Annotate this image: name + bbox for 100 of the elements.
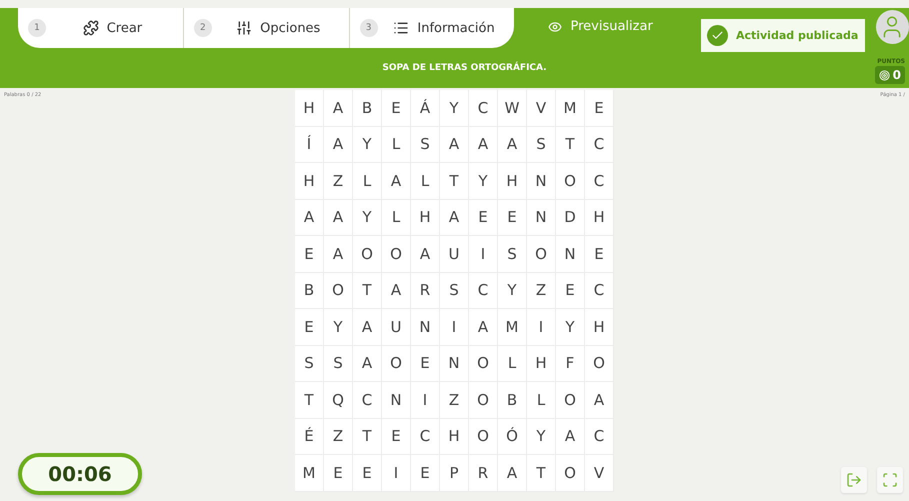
- letter-cell[interactable]: A: [324, 90, 353, 126]
- letter-cell[interactable]: L: [353, 163, 382, 200]
- letter-cell[interactable]: N: [440, 346, 469, 382]
- letter-cell[interactable]: E: [585, 236, 614, 272]
- letter-cell[interactable]: I: [527, 309, 556, 346]
- letter-cell[interactable]: S: [295, 346, 324, 382]
- fullscreen-button[interactable]: [877, 467, 903, 493]
- letter-cell[interactable]: O: [469, 418, 498, 455]
- letter-cell[interactable]: Y: [353, 126, 382, 163]
- letter-cell[interactable]: S: [440, 272, 469, 309]
- letter-cell[interactable]: C: [469, 272, 498, 309]
- letter-cell[interactable]: A: [498, 126, 527, 163]
- letter-cell[interactable]: R: [469, 455, 498, 492]
- letter-cell[interactable]: E: [382, 90, 411, 126]
- letter-cell[interactable]: C: [585, 126, 614, 163]
- letter-cell[interactable]: L: [498, 346, 527, 382]
- letter-cell[interactable]: O: [585, 346, 614, 382]
- letter-cell[interactable]: I: [411, 382, 440, 418]
- letter-cell[interactable]: Z: [440, 382, 469, 418]
- letter-cell[interactable]: A: [440, 200, 469, 236]
- letter-cell[interactable]: B: [295, 272, 324, 309]
- letter-cell[interactable]: E: [498, 200, 527, 236]
- letter-cell[interactable]: C: [585, 272, 614, 309]
- letter-cell[interactable]: E: [295, 236, 324, 272]
- letter-cell[interactable]: A: [382, 163, 411, 200]
- letter-cell[interactable]: F: [556, 346, 585, 382]
- letter-cell[interactable]: N: [382, 382, 411, 418]
- letter-cell[interactable]: Z: [527, 272, 556, 309]
- letter-cell[interactable]: Á: [411, 90, 440, 126]
- letter-cell[interactable]: H: [411, 200, 440, 236]
- letter-cell[interactable]: C: [585, 163, 614, 200]
- avatar-icon[interactable]: [876, 10, 909, 44]
- letter-cell[interactable]: S: [324, 346, 353, 382]
- letter-cell[interactable]: É: [295, 418, 324, 455]
- letter-cell[interactable]: V: [527, 90, 556, 126]
- letter-cell[interactable]: Q: [324, 382, 353, 418]
- letter-cell[interactable]: O: [469, 382, 498, 418]
- letter-cell[interactable]: R: [411, 272, 440, 309]
- letter-cell[interactable]: Ó: [498, 418, 527, 455]
- letter-cell[interactable]: E: [353, 455, 382, 492]
- letter-cell[interactable]: C: [411, 418, 440, 455]
- letter-cell[interactable]: S: [498, 236, 527, 272]
- letter-cell[interactable]: C: [353, 382, 382, 418]
- letter-cell[interactable]: A: [440, 126, 469, 163]
- letter-cell[interactable]: I: [469, 236, 498, 272]
- letter-cell[interactable]: T: [556, 126, 585, 163]
- letter-cell[interactable]: A: [324, 126, 353, 163]
- letter-cell[interactable]: A: [411, 236, 440, 272]
- letter-cell[interactable]: C: [585, 418, 614, 455]
- letter-cell[interactable]: N: [411, 309, 440, 346]
- letter-cell[interactable]: H: [440, 418, 469, 455]
- letter-cell[interactable]: W: [498, 90, 527, 126]
- letter-cell[interactable]: Y: [324, 309, 353, 346]
- letter-cell[interactable]: H: [585, 309, 614, 346]
- letter-cell[interactable]: O: [382, 346, 411, 382]
- letter-cell[interactable]: D: [556, 200, 585, 236]
- letter-cell[interactable]: I: [382, 455, 411, 492]
- letter-cell[interactable]: V: [585, 455, 614, 492]
- letter-cell[interactable]: M: [498, 309, 527, 346]
- letter-cell[interactable]: A: [324, 236, 353, 272]
- letter-cell[interactable]: A: [556, 418, 585, 455]
- letter-cell[interactable]: C: [469, 90, 498, 126]
- letter-cell[interactable]: U: [440, 236, 469, 272]
- letter-cell[interactable]: H: [295, 90, 324, 126]
- letter-cell[interactable]: E: [324, 455, 353, 492]
- letter-cell[interactable]: L: [382, 200, 411, 236]
- letter-cell[interactable]: S: [411, 126, 440, 163]
- step-tab[interactable]: 2 Opciones: [184, 8, 350, 48]
- letter-cell[interactable]: O: [353, 236, 382, 272]
- letter-cell[interactable]: M: [295, 455, 324, 492]
- letter-cell[interactable]: Y: [498, 272, 527, 309]
- letter-cell[interactable]: Y: [527, 418, 556, 455]
- letter-cell[interactable]: A: [353, 309, 382, 346]
- letter-cell[interactable]: O: [527, 236, 556, 272]
- letter-cell[interactable]: A: [585, 382, 614, 418]
- letter-cell[interactable]: L: [527, 382, 556, 418]
- letter-cell[interactable]: E: [411, 346, 440, 382]
- letter-cell[interactable]: T: [353, 418, 382, 455]
- letter-cell[interactable]: T: [440, 163, 469, 200]
- letter-cell[interactable]: N: [527, 200, 556, 236]
- letter-cell[interactable]: E: [556, 272, 585, 309]
- letter-cell[interactable]: N: [556, 236, 585, 272]
- letter-cell[interactable]: Í: [295, 126, 324, 163]
- letter-cell[interactable]: E: [469, 200, 498, 236]
- letter-cell[interactable]: Y: [440, 90, 469, 126]
- letter-cell[interactable]: Z: [324, 163, 353, 200]
- letter-cell[interactable]: N: [527, 163, 556, 200]
- letter-cell[interactable]: E: [411, 455, 440, 492]
- letter-cell[interactable]: Y: [556, 309, 585, 346]
- letter-cell[interactable]: H: [585, 200, 614, 236]
- letter-cell[interactable]: A: [469, 309, 498, 346]
- letter-cell[interactable]: T: [527, 455, 556, 492]
- letter-cell[interactable]: L: [411, 163, 440, 200]
- letter-cell[interactable]: E: [295, 309, 324, 346]
- letter-cell[interactable]: L: [382, 126, 411, 163]
- letter-cell[interactable]: A: [295, 200, 324, 236]
- step-tab[interactable]: 3 Información: [350, 8, 514, 48]
- letter-cell[interactable]: P: [440, 455, 469, 492]
- letter-cell[interactable]: E: [382, 418, 411, 455]
- letter-cell[interactable]: A: [498, 455, 527, 492]
